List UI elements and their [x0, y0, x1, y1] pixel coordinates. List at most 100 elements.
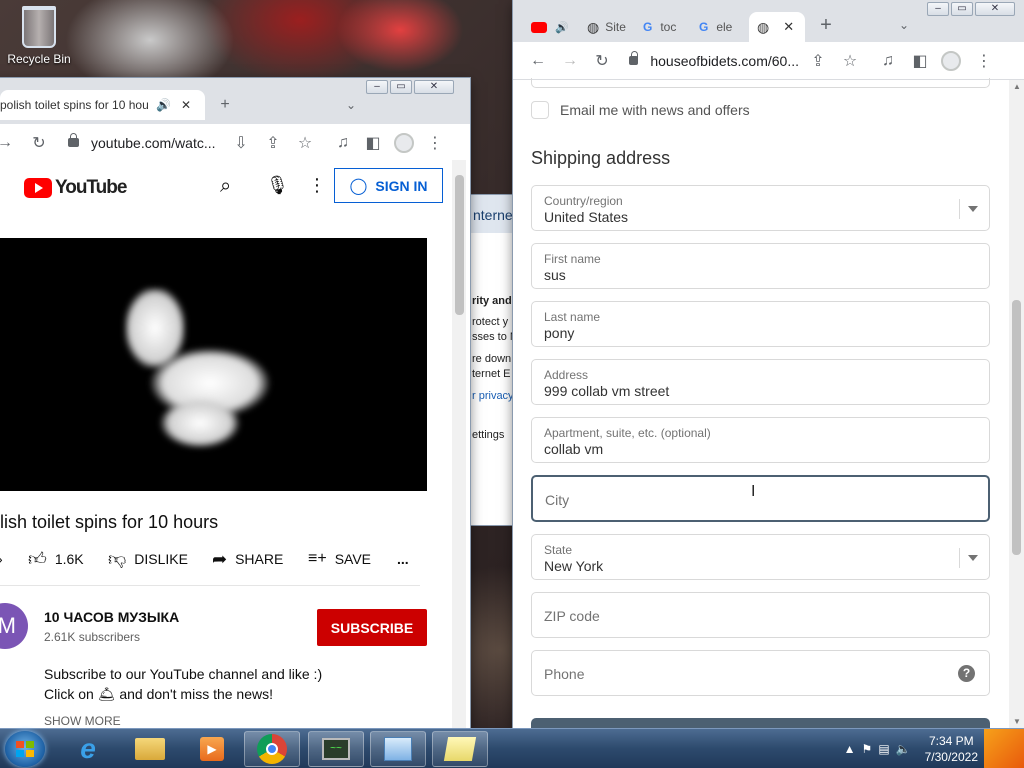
text-cursor-icon: Ι [751, 483, 756, 500]
field-label: First name [544, 252, 601, 266]
field-value: United States [544, 209, 629, 225]
tab-youtube-video[interactable]: polish toilet spins for 10 hou 🔊 ✕ [0, 90, 205, 120]
close-window-button[interactable]: ✕ [414, 80, 454, 94]
email-optin-checkbox[interactable] [531, 101, 549, 119]
city-field[interactable]: City Ι [531, 475, 990, 522]
internet-explorer-taskbar-button[interactable]: e [60, 731, 116, 767]
maximize-button[interactable]: ▭ [390, 80, 412, 94]
youtube-play-icon [24, 178, 52, 198]
video-title: lish toilet spins for 10 hours [0, 512, 219, 532]
scrollbar-thumb[interactable] [455, 175, 464, 315]
search-icon[interactable]: ⌕ [220, 175, 231, 198]
menu-kebab-icon[interactable]: ⋮ [971, 48, 997, 74]
dislike-button[interactable]: 👎︎ DISLIKE [108, 548, 188, 570]
menu-kebab-icon[interactable]: ⋮ [422, 130, 448, 156]
taskbar: e ▶ ~~ ▲ ⚑ ▤ 🔈 7:34 PM 7/30/2022 [0, 728, 1024, 768]
profile-avatar-icon[interactable] [941, 50, 961, 71]
media-player-taskbar-button[interactable]: ▶ [184, 731, 240, 767]
file-explorer-taskbar-button[interactable] [122, 731, 178, 767]
recycle-bin-shortcut[interactable]: Recycle Bin [6, 6, 72, 66]
share-icon[interactable]: ⇪ [260, 130, 286, 156]
tab-checkout-active[interactable]: ◍ ✕ [749, 12, 805, 42]
ie-privacy-link[interactable]: r privacy [472, 390, 514, 402]
forward-arrow-icon[interactable]: → [557, 48, 583, 74]
close-window-button[interactable]: ✕ [975, 2, 1015, 16]
reload-icon[interactable]: ↻ [26, 130, 52, 156]
first-name-field[interactable]: First name sus [531, 243, 990, 289]
task-manager-taskbar-button[interactable]: ~~ [308, 731, 364, 767]
side-panel-icon[interactable]: ◧ [360, 130, 386, 156]
address-bar[interactable]: houseofbidets.com/60... [629, 51, 799, 69]
description-suffix: and don't miss the news! [119, 686, 274, 702]
dropdown-caret-icon [968, 206, 978, 212]
microphone-icon[interactable]: 🎙 [266, 175, 289, 196]
continue-button-edge[interactable] [531, 718, 990, 728]
scroll-up-arrow-icon[interactable]: ▲ [1013, 82, 1021, 91]
zip-code-field[interactable]: ZIP code [531, 592, 990, 638]
checkout-browser-window[interactable]: ‒ ▭ ✕ 🔊 ◍ Site G toc G ele ◍ ✕ + ⌄ ← → ↻… [513, 0, 1024, 728]
install-icon[interactable]: ⇩ [228, 130, 254, 156]
tab-search-chevron-icon[interactable]: ⌄ [891, 12, 917, 38]
settings-kebab-icon[interactable]: ⋮ [308, 175, 326, 196]
address-bar[interactable]: youtube.com/watc... [68, 133, 228, 151]
youtube-logo[interactable]: YouTube [24, 177, 127, 199]
forward-arrow-icon[interactable]: → [0, 130, 18, 156]
help-question-icon[interactable]: ? [958, 665, 975, 682]
scroll-down-arrow-icon[interactable]: ▼ [1013, 717, 1021, 726]
minimize-button[interactable]: ‒ [366, 80, 388, 94]
side-panel-icon[interactable]: ◧ [907, 48, 933, 74]
clock[interactable]: 7:34 PM 7/30/2022 [925, 733, 978, 765]
minimize-button[interactable]: ‒ [927, 2, 949, 16]
new-tab-icon[interactable]: + [212, 92, 238, 118]
field-value: collab vm [544, 441, 604, 457]
scrollbar-thumb[interactable] [1012, 300, 1021, 555]
channel-avatar[interactable]: M [0, 603, 28, 649]
tab-youtube-mini[interactable]: 🔊 [531, 12, 569, 42]
tab-google-2[interactable]: G ele [699, 12, 732, 42]
phone-field[interactable]: Phone ? [531, 650, 990, 696]
youtube-browser-window[interactable]: ‒ ▭ ✕ polish toilet spins for 10 hou 🔊 ✕… [0, 78, 470, 730]
start-button[interactable] [5, 731, 45, 767]
address-field[interactable]: Address 999 collab vm street [531, 359, 990, 405]
apartment-field[interactable]: Apartment, suite, etc. (optional) collab… [531, 417, 990, 463]
network-icon[interactable]: ▤ [878, 742, 889, 756]
show-hidden-icons-icon[interactable]: ▲ [844, 742, 856, 756]
notepad-taskbar-button[interactable] [432, 731, 488, 767]
checkout-scrollbar[interactable]: ▲ ▼ [1009, 80, 1024, 728]
thumbs-up-icon: 👍︎ [28, 549, 47, 569]
control-panel-taskbar-button[interactable] [370, 731, 426, 767]
tab-search-chevron-icon[interactable]: ⌄ [338, 92, 364, 118]
lock-icon [68, 133, 79, 147]
like-button[interactable]: 👍︎ 1.6K [28, 548, 84, 570]
tab-close-icon[interactable]: ✕ [783, 19, 794, 35]
sign-in-button[interactable]: ◯ SIGN IN [334, 168, 443, 203]
save-button[interactable]: ≡+ SAVE [308, 550, 371, 568]
maximize-button[interactable]: ▭ [951, 2, 973, 16]
chrome-taskbar-button[interactable] [244, 731, 300, 767]
back-arrow-icon[interactable]: ← [525, 48, 551, 74]
more-actions-button[interactable]: ... [397, 551, 409, 567]
bookmark-star-icon[interactable]: ☆ [837, 48, 863, 74]
youtube-scrollbar[interactable] [452, 160, 466, 730]
channel-name[interactable]: 10 ЧАСОВ МУЗЫКА [44, 609, 179, 625]
tab-site[interactable]: ◍ Site [587, 12, 626, 42]
subscribe-button[interactable]: SUBSCRIBE [317, 609, 427, 646]
show-more-button[interactable]: SHOW MORE [44, 714, 121, 728]
media-control-icon[interactable]: ♫ [330, 130, 356, 156]
country-select[interactable]: Country/region United States [531, 185, 990, 231]
tab-close-icon[interactable]: ✕ [181, 98, 191, 112]
state-select[interactable]: State New York [531, 534, 990, 580]
share-icon[interactable]: ⇪ [805, 48, 831, 74]
profile-avatar-icon[interactable] [394, 132, 414, 153]
media-control-icon[interactable]: ♫ [875, 48, 901, 74]
action-center-flag-icon[interactable]: ⚑ [862, 742, 873, 756]
video-player[interactable] [0, 238, 427, 491]
reload-icon[interactable]: ↻ [589, 48, 615, 74]
share-button[interactable]: ➦ SHARE [212, 549, 283, 570]
bookmark-star-icon[interactable]: ☆ [292, 130, 318, 156]
new-tab-icon[interactable]: + [813, 12, 839, 38]
volume-muted-icon[interactable]: 🔈 [896, 742, 911, 756]
tab-google-1[interactable]: G toc [643, 12, 676, 42]
last-name-field[interactable]: Last name pony [531, 301, 990, 347]
show-desktop-button[interactable] [984, 729, 1024, 768]
